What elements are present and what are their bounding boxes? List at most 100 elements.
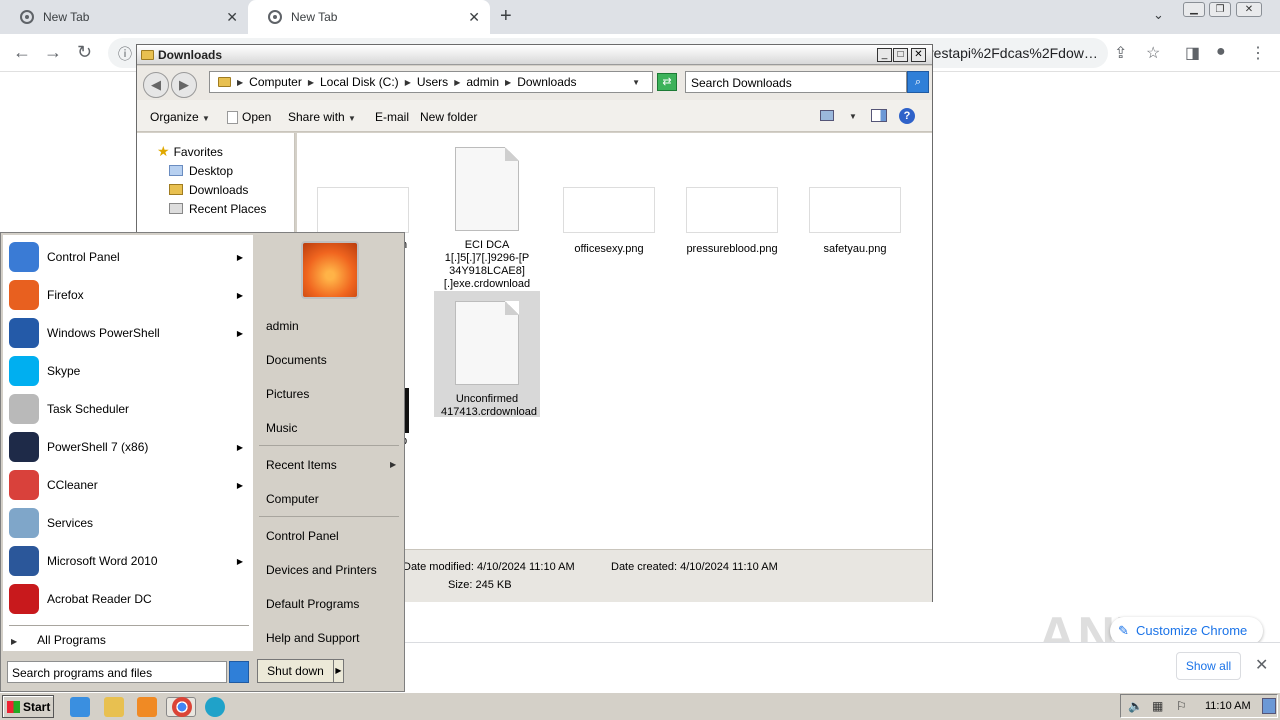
chevron-right-icon[interactable]: ▶: [454, 78, 460, 87]
breadcrumb-item[interactable]: Downloads: [517, 75, 576, 89]
link-pictures[interactable]: Pictures: [266, 387, 309, 401]
network-icon[interactable]: ▦: [1152, 699, 1163, 713]
shutdown-options-icon[interactable]: ▶: [333, 659, 344, 683]
link-default-programs[interactable]: Default Programs: [266, 597, 359, 611]
menu-icon[interactable]: ⋮: [1250, 43, 1266, 63]
file-item[interactable]: ECI DCA 1[.]5[.]7[.]9296-[P 34Y918LCAE8]…: [441, 147, 533, 291]
back-icon[interactable]: ←: [13, 42, 31, 63]
chevron-right-icon[interactable]: ▶: [505, 78, 511, 87]
link-help-support[interactable]: Help and Support: [266, 631, 359, 645]
close-tab-icon[interactable]: ✕: [468, 9, 480, 26]
link-devices-printers[interactable]: Devices and Printers: [266, 563, 377, 577]
close-window-icon[interactable]: ✕: [911, 48, 926, 62]
maximize-icon[interactable]: □: [893, 48, 908, 62]
profile-icon[interactable]: ●: [1216, 43, 1226, 61]
search-icon[interactable]: [229, 661, 249, 683]
close-tab-icon[interactable]: ✕: [226, 9, 238, 26]
start-button[interactable]: Start: [2, 695, 54, 718]
share-icon[interactable]: ⇪: [1114, 43, 1127, 63]
open-button[interactable]: Open: [227, 110, 271, 125]
link-control-panel[interactable]: Control Panel: [266, 529, 339, 543]
view-options-icon[interactable]: [820, 110, 834, 121]
file-item[interactable]: officesexy.png: [563, 187, 655, 256]
new-folder-button[interactable]: New folder: [420, 110, 477, 124]
organize-button[interactable]: Organize ▼: [150, 110, 210, 124]
browser-tab-2[interactable]: New Tab ✕: [248, 0, 490, 34]
program-skype[interactable]: Skype: [9, 353, 247, 389]
breadcrumb-item[interactable]: Users: [417, 75, 448, 89]
program-firefox[interactable]: Firefox ▶: [9, 277, 247, 313]
search-input[interactable]: Search Downloads: [685, 71, 907, 93]
breadcrumb[interactable]: ▶ Computer ▶ Local Disk (C:) ▶ Users ▶ a…: [209, 71, 653, 93]
edge-icon[interactable]: [205, 697, 225, 717]
reload-icon[interactable]: ↻: [77, 42, 92, 63]
show-desktop-icon[interactable]: [1262, 698, 1276, 714]
file-item[interactable]: pressureblood.png: [686, 187, 778, 256]
file-item-selected[interactable]: Unconfirmed 417413.crdownload: [441, 301, 537, 419]
link-recent-items[interactable]: Recent Items ▶: [266, 458, 396, 472]
help-icon[interactable]: ?: [899, 108, 915, 124]
all-programs-button[interactable]: ▶ All Programs: [11, 633, 106, 647]
file-item[interactable]: safetyau.png: [809, 187, 901, 256]
breadcrumb-item[interactable]: Local Disk (C:): [320, 75, 399, 89]
forward-icon[interactable]: →: [44, 42, 62, 63]
new-tab-button[interactable]: +: [500, 5, 512, 28]
nav-item-recent-places[interactable]: Recent Places: [169, 199, 266, 218]
program-ccleaner[interactable]: CCleaner ▶: [9, 467, 247, 503]
explorer-titlebar[interactable]: Downloads _ □ ✕: [137, 45, 932, 65]
bookmark-star-icon[interactable]: ☆: [1146, 43, 1160, 63]
link-music[interactable]: Music: [266, 421, 297, 435]
chevron-right-icon[interactable]: ▶: [237, 78, 243, 87]
nav-item-desktop[interactable]: Desktop: [169, 161, 233, 180]
close-download-bar-icon[interactable]: ✕: [1255, 655, 1268, 675]
program-windows-powershell[interactable]: Windows PowerShell ▶: [9, 315, 247, 351]
preview-pane-icon[interactable]: [871, 109, 887, 122]
image-thumbnail[interactable]: [317, 187, 409, 233]
close-window-icon[interactable]: ✕: [1236, 2, 1262, 17]
breadcrumb-item[interactable]: Computer: [249, 75, 302, 89]
explorer-folder-icon[interactable]: [104, 697, 124, 717]
program-control-panel[interactable]: Control Panel ▶: [9, 239, 247, 275]
minimize-icon[interactable]: _: [877, 48, 892, 62]
user-avatar[interactable]: [301, 241, 359, 299]
browser-tab-1[interactable]: New Tab ✕: [0, 0, 248, 34]
action-center-flag-icon[interactable]: ⚐: [1176, 699, 1187, 713]
nav-item-downloads[interactable]: Downloads: [169, 180, 248, 199]
program-task-scheduler[interactable]: Task Scheduler: [9, 391, 247, 427]
restore-icon[interactable]: ❐: [1209, 2, 1231, 17]
site-info-icon[interactable]: ⓘ: [118, 44, 132, 64]
clock[interactable]: 11:10 AM: [1205, 700, 1251, 712]
ie-icon[interactable]: [70, 697, 90, 717]
chevron-right-icon[interactable]: ▶: [308, 78, 314, 87]
favorites-node[interactable]: ★ Favorites: [157, 142, 223, 161]
link-computer[interactable]: Computer: [266, 492, 319, 506]
show-all-downloads-button[interactable]: Show all: [1176, 652, 1241, 680]
program-powershell-7[interactable]: PowerShell 7 (x86) ▶: [9, 429, 247, 465]
shutdown-button[interactable]: Shut down: [257, 659, 334, 683]
file-name: ECI DCA 1[.]5[.]7[.]9296-[P 34Y918LCAE8]…: [443, 239, 531, 290]
side-panel-icon[interactable]: ◨: [1185, 43, 1200, 63]
refresh-icon[interactable]: ⇄: [657, 73, 677, 91]
media-player-icon[interactable]: [137, 697, 157, 717]
customize-chrome-button[interactable]: ✎ Customize Chrome: [1110, 617, 1263, 645]
start-search-input[interactable]: Search programs and files: [7, 661, 227, 683]
chevron-down-icon[interactable]: ▼: [849, 112, 857, 121]
minimize-icon[interactable]: ▁: [1183, 2, 1205, 17]
word-icon: [9, 546, 39, 576]
tab-search-icon[interactable]: ⌄: [1153, 7, 1164, 23]
forward-icon[interactable]: ▶: [171, 72, 197, 98]
email-button[interactable]: E-mail: [375, 110, 409, 124]
pencil-icon: ✎: [1118, 623, 1129, 638]
breadcrumb-item[interactable]: admin: [466, 75, 499, 89]
program-services[interactable]: Services: [9, 505, 247, 541]
program-acrobat[interactable]: Acrobat Reader DC: [9, 581, 247, 617]
chevron-right-icon[interactable]: ▶: [405, 78, 411, 87]
link-documents[interactable]: Documents: [266, 353, 327, 367]
share-with-button[interactable]: Share with ▼: [288, 110, 356, 124]
volume-icon[interactable]: 🔈: [1128, 699, 1143, 713]
program-word[interactable]: Microsoft Word 2010 ▶: [9, 543, 247, 579]
link-admin[interactable]: admin: [266, 319, 299, 333]
chevron-down-icon[interactable]: ▼: [632, 78, 640, 87]
search-icon[interactable]: ⌕: [907, 71, 929, 93]
back-icon[interactable]: ◀: [143, 72, 169, 98]
